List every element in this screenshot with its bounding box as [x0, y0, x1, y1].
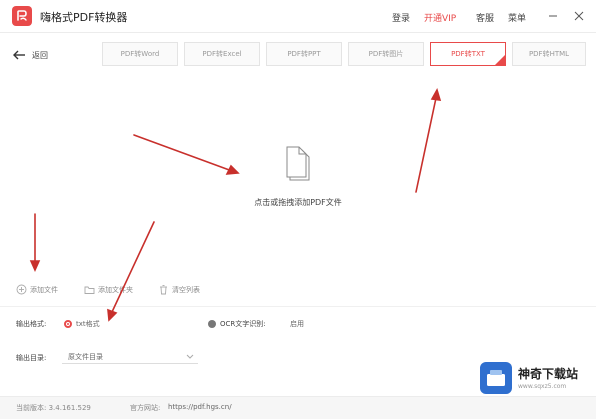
drop-zone-icon[interactable] — [284, 145, 314, 185]
back-label: 返回 — [32, 51, 48, 60]
add-file-label: 添加文件 — [30, 286, 58, 294]
trash-icon — [160, 285, 167, 295]
arrow-left-icon — [13, 50, 25, 60]
arrow-head-active-tab — [430, 87, 442, 101]
options-divider — [0, 306, 596, 307]
minimize-icon — [549, 15, 557, 17]
add-folder-label: 添加文件夹 — [98, 286, 133, 294]
drop-zone-text[interactable]: 点击或拖拽添加PDF文件 — [0, 197, 596, 208]
login-link[interactable]: 登录 — [392, 11, 410, 24]
output-dir-select[interactable]: 原文件目录 — [62, 350, 198, 364]
tab-pdf-to-word[interactable]: PDF转Word — [102, 42, 178, 66]
ocr-radio[interactable] — [208, 320, 216, 328]
tab-pdf-to-ppt[interactable]: PDF转PPT — [266, 42, 342, 66]
ocr-label: OCR文字识别: — [220, 320, 266, 328]
watermark-logo — [480, 362, 512, 394]
vip-link[interactable]: 开通VIP — [424, 11, 456, 24]
arrow-head-add-file — [29, 260, 41, 272]
arrow-to-active-tab — [415, 97, 437, 193]
tab-pdf-to-html[interactable]: PDF转HTML — [512, 42, 586, 66]
format-txt-radio[interactable] — [64, 320, 72, 328]
chevron-down-icon — [186, 354, 194, 359]
menu-link[interactable]: 菜单 — [508, 11, 526, 24]
clear-list-label: 清空列表 — [172, 286, 200, 294]
close-icon — [574, 11, 584, 21]
status-bar: 当前版本: 3.4.161.529 官方网站: https://pdf.hgs.… — [0, 396, 596, 419]
app-title: 嗨格式PDF转换器 — [40, 11, 128, 24]
watermark-url: www.sqxz5.com — [518, 383, 567, 390]
website-label: 官方网站: — [130, 404, 161, 412]
arrow-to-output-format — [111, 221, 155, 313]
watermark-box-icon — [487, 370, 505, 386]
tab-pdf-to-excel[interactable]: PDF转Excel — [184, 42, 260, 66]
tab-pdf-to-txt[interactable]: PDF转TXT — [430, 42, 506, 66]
website-link[interactable]: https://pdf.hgs.cn/ — [168, 403, 232, 411]
tab-pdf-to-txt-label: PDF转TXT — [451, 50, 485, 58]
app-logo — [12, 6, 32, 26]
ocr-enable-text[interactable]: 启用 — [290, 319, 304, 329]
add-file-icon — [16, 284, 27, 295]
watermark-name: 神奇下载站 — [518, 367, 579, 381]
arrow-to-drop-zone — [133, 134, 233, 172]
output-dir-label: 输出目录: — [16, 354, 47, 362]
active-corner-mark — [495, 55, 505, 65]
title-bar: 嗨格式PDF转换器 登录 开通VIP 客服 菜单 — [0, 0, 596, 33]
folder-icon — [84, 286, 95, 294]
close-button[interactable] — [572, 9, 586, 23]
output-format-label: 输出格式: — [16, 320, 47, 328]
tab-pdf-to-image[interactable]: PDF转图片 — [348, 42, 424, 66]
document-icon — [286, 146, 310, 181]
arrow-head-output-format — [107, 308, 118, 322]
minimize-button[interactable] — [546, 9, 560, 23]
version-text: 当前版本: 3.4.161.529 — [16, 404, 91, 412]
format-txt-text[interactable]: txt格式 — [76, 319, 100, 329]
pdf-logo-icon — [17, 10, 27, 21]
arrow-head-drop-zone — [225, 164, 240, 175]
site-watermark: 神奇下载站 www.sqxz5.com — [478, 362, 592, 396]
service-link[interactable]: 客服 — [476, 11, 494, 24]
output-dir-value: 原文件目录 — [68, 353, 103, 361]
